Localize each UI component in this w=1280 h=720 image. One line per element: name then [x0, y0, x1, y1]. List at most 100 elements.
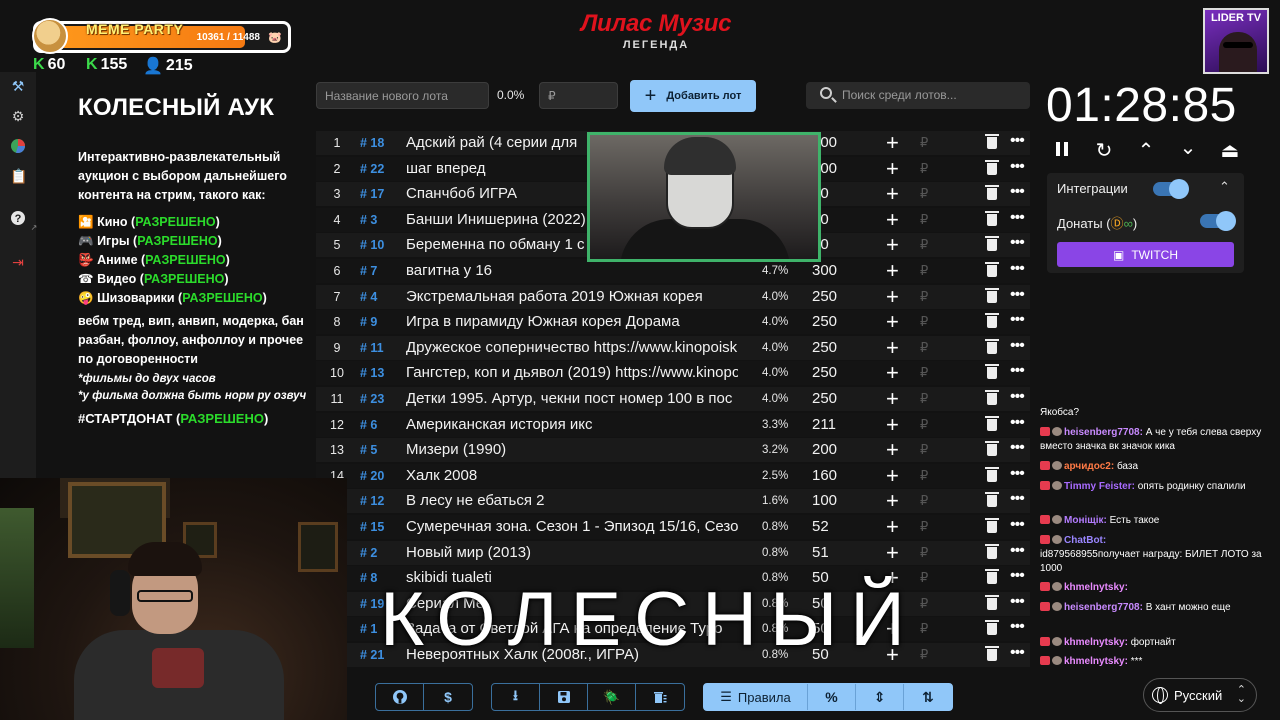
dollar-icon[interactable]: $	[424, 684, 472, 710]
more-options-icon[interactable]: •••	[1010, 183, 1025, 201]
lot-id[interactable]: # 3	[360, 213, 377, 227]
more-options-icon[interactable]: •••	[1010, 158, 1025, 176]
add-amount-button[interactable]: +	[886, 284, 899, 310]
twitch-button[interactable]: ▣ TWITCH	[1057, 242, 1234, 267]
trash-icon[interactable]	[985, 492, 999, 507]
lot-name[interactable]: Новый мир (2013)	[406, 544, 738, 561]
trash-icon[interactable]	[985, 262, 999, 277]
download-icon[interactable]: ⭳	[492, 684, 540, 710]
add-amount-button[interactable]: +	[886, 437, 899, 463]
more-options-icon[interactable]: •••	[1010, 516, 1025, 534]
lot-name[interactable]: Детки 1995. Артур, чекни пост номер 100 …	[406, 390, 738, 407]
add-amount-button[interactable]: +	[886, 335, 899, 361]
more-options-icon[interactable]: •••	[1010, 286, 1025, 304]
lot-id[interactable]: # 11	[360, 341, 384, 355]
pie-chart-icon[interactable]	[10, 138, 26, 154]
more-options-icon[interactable]: •••	[1010, 618, 1025, 636]
more-options-icon[interactable]: •••	[1010, 362, 1025, 380]
add-amount-button[interactable]: +	[886, 463, 899, 489]
lot-id[interactable]: # 22	[360, 162, 384, 176]
lot-id[interactable]: # 9	[360, 315, 377, 329]
trash-icon[interactable]	[985, 134, 999, 149]
more-options-icon[interactable]: •••	[1010, 439, 1025, 457]
lot-name[interactable]: Гангстер, коп и дьявол (2019) https://ww…	[406, 364, 738, 381]
trash-icon[interactable]	[985, 288, 999, 303]
add-amount-button[interactable]: +	[886, 514, 899, 540]
rules-button[interactable]: ☰ Правила	[704, 684, 808, 710]
lot-amount[interactable]: 200	[812, 441, 837, 458]
add-amount-button[interactable]: +	[886, 156, 899, 182]
add-amount-button[interactable]: +	[886, 258, 899, 284]
add-amount-button[interactable]: +	[886, 130, 899, 156]
lot-id[interactable]: # 17	[360, 187, 384, 201]
reset-icon[interactable]: ↻	[1093, 140, 1115, 162]
add-amount-button[interactable]: +	[886, 540, 899, 566]
lot-id[interactable]: # 4	[360, 290, 377, 304]
trash-icon[interactable]	[985, 236, 999, 251]
lot-amount[interactable]: 250	[812, 313, 837, 330]
eject-icon[interactable]: ⏏	[1219, 140, 1241, 162]
more-options-icon[interactable]: •••	[1010, 388, 1025, 406]
chat-username[interactable]: khmelnytsky:	[1064, 582, 1128, 593]
lot-name[interactable]: Сумеречная зона. Сезон 1 - Эпизод 15/16,…	[406, 518, 738, 535]
add-amount-button[interactable]: +	[886, 360, 899, 386]
chevron-down-icon[interactable]: ⌄	[1177, 137, 1199, 159]
chat-username[interactable]: khmelnytsky:	[1064, 656, 1128, 667]
lot-id[interactable]: # 23	[360, 392, 384, 406]
more-options-icon[interactable]: •••	[1010, 593, 1025, 611]
lot-amount[interactable]: 160	[812, 467, 837, 484]
lot-amount[interactable]: 211	[812, 416, 836, 433]
lot-amount[interactable]: 300	[812, 262, 837, 279]
lot-id[interactable]: # 1	[360, 622, 377, 636]
gear-icon[interactable]: ⚙	[10, 108, 26, 124]
lot-id[interactable]: # 8	[360, 571, 377, 585]
more-options-icon[interactable]: •••	[1010, 542, 1025, 560]
integrations-toggle[interactable]	[1153, 179, 1189, 199]
clipboard-icon[interactable]: 📋	[10, 168, 27, 184]
more-options-icon[interactable]: •••	[1010, 414, 1025, 432]
more-options-icon[interactable]: •••	[1010, 490, 1025, 508]
percent-button[interactable]: %	[808, 684, 856, 710]
lot-name[interactable]: В лесу не ебаться 2	[406, 492, 738, 509]
chat-username[interactable]: Моніщік:	[1064, 515, 1107, 526]
lot-id[interactable]: # 2	[360, 546, 377, 560]
trash-list-icon[interactable]	[636, 684, 684, 710]
trash-icon[interactable]	[985, 185, 999, 200]
lot-id[interactable]: # 18	[360, 136, 384, 150]
lot-amount[interactable]: 100	[812, 492, 837, 509]
more-options-icon[interactable]: •••	[1010, 337, 1025, 355]
lot-id[interactable]: # 6	[360, 418, 377, 432]
more-options-icon[interactable]: •••	[1010, 132, 1025, 150]
compress-icon[interactable]: ⇕	[856, 684, 904, 710]
chat-username[interactable]: ChatBot:	[1064, 535, 1106, 546]
lot-name[interactable]: Дружеское соперничество https://www.kino…	[406, 339, 738, 356]
lot-name[interactable]: Халк 2008	[406, 467, 738, 484]
lot-name[interactable]: Американская история икс	[406, 416, 738, 433]
lot-amount[interactable]: 250	[812, 339, 837, 356]
trash-icon[interactable]	[985, 160, 999, 175]
lot-id[interactable]: # 13	[360, 366, 384, 380]
lot-amount[interactable]: 250	[812, 390, 837, 407]
lot-id[interactable]: # 15	[360, 520, 384, 534]
trash-icon[interactable]	[985, 211, 999, 226]
chat-username[interactable]: heisenberg7708:	[1064, 427, 1143, 438]
add-amount-button[interactable]: +	[886, 309, 899, 335]
pause-icon[interactable]	[1051, 140, 1073, 162]
logout-icon[interactable]: ⇥	[10, 254, 26, 270]
bug-icon[interactable]: 🪲	[588, 684, 636, 710]
trash-icon[interactable]	[985, 441, 999, 456]
donations-toggle[interactable]	[1200, 211, 1236, 231]
lot-name[interactable]: Экстремальная работа 2019 Южная корея	[406, 288, 738, 305]
trash-icon[interactable]	[985, 595, 999, 610]
lot-id[interactable]: # 20	[360, 469, 384, 483]
add-amount-button[interactable]: +	[886, 181, 899, 207]
trash-icon[interactable]	[985, 339, 999, 354]
more-options-icon[interactable]: •••	[1010, 465, 1025, 483]
add-amount-button[interactable]: +	[886, 412, 899, 438]
trash-icon[interactable]	[985, 569, 999, 584]
add-amount-button[interactable]: +	[886, 488, 899, 514]
trash-icon[interactable]	[985, 313, 999, 328]
trash-icon[interactable]	[985, 620, 999, 635]
lot-amount[interactable]: 250	[812, 288, 837, 305]
add-amount-button[interactable]: +	[886, 232, 899, 258]
